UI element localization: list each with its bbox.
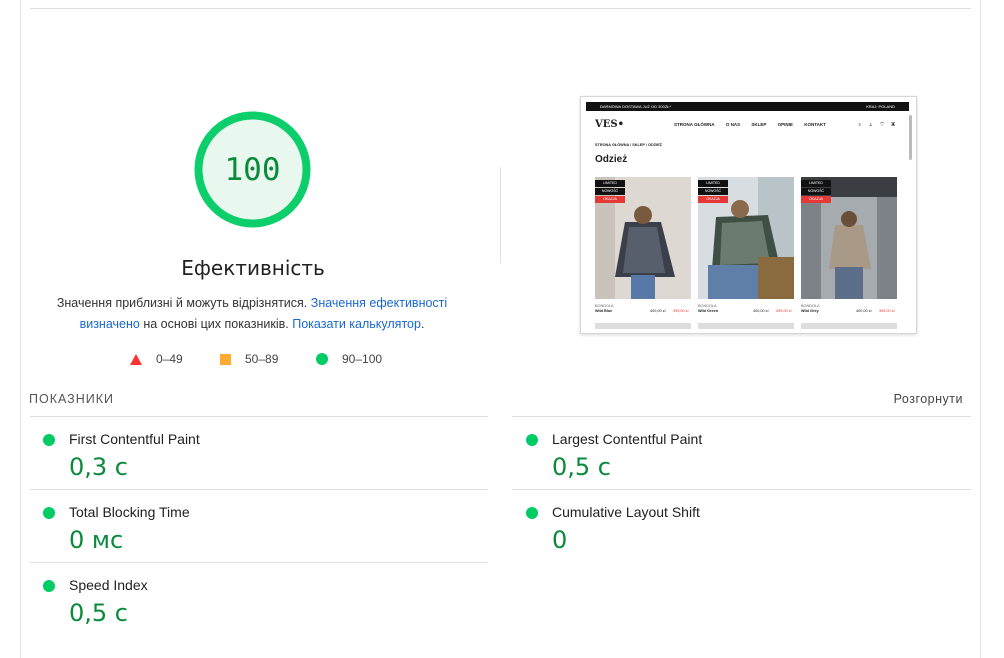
- metric-largest-contentful-paint: Largest Contentful Paint 0,5 с: [512, 431, 952, 501]
- tag-sale: OKAZJA: [801, 196, 831, 203]
- preview-icons: ⌕ ♙ ♡ ▣: [858, 122, 898, 128]
- desc-text-1: Значення приблизні й можуть відрізнятися…: [56, 296, 308, 310]
- legend-pass-label: 90–100: [342, 352, 383, 366]
- metrics-divider: [30, 562, 488, 563]
- legend-average-label: 50–89: [245, 352, 279, 366]
- preview-product-image: LIMITED NOWOŚĆ OKAZJA: [595, 177, 691, 299]
- legend-fail-label: 0–49: [156, 352, 183, 366]
- product-name: Wild Blue: [595, 309, 613, 313]
- pass-circle-icon: [43, 434, 55, 446]
- preview-nav-item: OPINIE: [777, 122, 793, 127]
- circle-icon: [316, 353, 328, 365]
- top-divider: [30, 8, 971, 9]
- metric-cumulative-layout-shift: Cumulative Layout Shift 0: [512, 504, 952, 574]
- preview-next-row: [595, 323, 691, 329]
- metric-value: 0 мс: [69, 526, 124, 554]
- tag-new: NOWOŚĆ: [698, 188, 728, 195]
- metric-title: Total Blocking Time: [69, 504, 190, 520]
- gauge-score: 100: [224, 151, 281, 188]
- score-legend: 0–49 50–89 90–100: [0, 352, 520, 370]
- pass-circle-icon: [526, 507, 538, 519]
- pass-circle-icon: [43, 507, 55, 519]
- square-icon: [220, 353, 231, 365]
- preview-heading: Odzież: [595, 154, 628, 165]
- product-brand: BONDOLA: [698, 304, 717, 308]
- product-price: 400,00 zł: [856, 309, 872, 313]
- metric-title: Largest Contentful Paint: [552, 431, 703, 447]
- preview-scrollbar: [909, 115, 912, 160]
- legend-average: 50–89: [220, 352, 278, 366]
- preview-topbar: DARMOWA DOSTAWA JUŻ OD 300ZŁ* KRAJ: POLA…: [586, 102, 909, 111]
- preview-nav-item: STRONA GŁÓWNA: [674, 122, 715, 127]
- preview-nav-item: SKLEP: [751, 122, 767, 127]
- product-sale-price: 399,00 zł: [776, 309, 792, 313]
- product-brand: BONDOLA: [801, 304, 820, 308]
- legend-fail: 0–49: [130, 352, 183, 366]
- metric-value: 0: [552, 526, 568, 554]
- desc-text-end: .: [420, 317, 425, 331]
- vertical-divider: [500, 167, 501, 263]
- preview-nav-item: O NAS: [725, 122, 741, 127]
- metric-title: First Contentful Paint: [69, 431, 200, 447]
- gauge-title: Ефективність: [181, 256, 325, 280]
- metrics-divider: [30, 489, 488, 490]
- product-price: 400,00 zł: [753, 309, 769, 313]
- preview-logo: VES•: [595, 119, 624, 130]
- product-name: Wild Green: [698, 309, 719, 313]
- tag-limited: LIMITED: [698, 180, 728, 187]
- preview-topbar-left: DARMOWA DOSTAWA JUŻ OD 300ZŁ*: [600, 104, 672, 109]
- expand-view-toggle[interactable]: Розгорнути: [894, 392, 963, 406]
- metrics-divider: [512, 489, 971, 490]
- metric-speed-index: Speed Index 0,5 с: [29, 577, 469, 635]
- preview-next-row: [698, 323, 794, 329]
- tag-limited: LIMITED: [595, 180, 625, 187]
- performance-gauge: 100: [193, 110, 312, 229]
- show-calculator-link[interactable]: Показати калькулятор: [292, 317, 421, 331]
- metric-first-contentful-paint: First Contentful Paint 0,3 с: [29, 431, 469, 501]
- metric-value: 0,3 с: [69, 453, 128, 481]
- preview-next-row: [801, 323, 897, 329]
- legend-pass: 90–100: [316, 352, 382, 366]
- metric-total-blocking-time: Total Blocking Time 0 мс: [29, 504, 469, 574]
- final-screenshot[interactable]: DARMOWA DOSTAWA JUŻ OD 300ZŁ* KRAJ: POLA…: [580, 96, 917, 334]
- gauge-description: Значення приблизні й можуть відрізнятися…: [50, 293, 454, 335]
- tag-sale: OKAZJA: [698, 196, 728, 203]
- preview-nav: STRONA GŁÓWNA O NAS SKLEP OPINIE KONTAKT: [674, 122, 836, 127]
- metric-title: Speed Index: [69, 577, 148, 593]
- metric-title: Cumulative Layout Shift: [552, 504, 700, 520]
- metric-value: 0,5 с: [69, 599, 128, 627]
- tag-sale: OKAZJA: [595, 196, 625, 203]
- product-sale-price: 399,00 zł: [673, 309, 689, 313]
- product-sale-price: 399,00 zł: [879, 309, 895, 313]
- product-name: Wild Grey: [801, 309, 819, 313]
- product-brand: BONDOLA: [595, 304, 614, 308]
- tag-new: NOWOŚĆ: [595, 188, 625, 195]
- tag-new: NOWOŚĆ: [801, 188, 831, 195]
- triangle-icon: [130, 353, 142, 365]
- metrics-divider: [30, 416, 488, 417]
- preview-topbar-right: KRAJ: POLAND: [866, 104, 895, 109]
- metrics-divider: [512, 416, 971, 417]
- preview-nav-item: KONTAKT: [804, 122, 826, 127]
- pass-circle-icon: [43, 580, 55, 592]
- metrics-header: ПОКАЗНИКИ: [29, 392, 115, 406]
- tag-limited: LIMITED: [801, 180, 831, 187]
- preview-breadcrumb: STRONA GŁÓWNA / SKLEP / ODZIEŻ: [595, 143, 662, 147]
- metric-value: 0,5 с: [552, 453, 611, 481]
- preview-product-image: LIMITED NOWOŚĆ OKAZJA: [801, 177, 897, 299]
- pass-circle-icon: [526, 434, 538, 446]
- preview-product-image: LIMITED NOWOŚĆ OKAZJA: [698, 177, 794, 299]
- desc-text-2: на основі цих показників.: [143, 317, 289, 331]
- product-price: 400,00 zł: [650, 309, 666, 313]
